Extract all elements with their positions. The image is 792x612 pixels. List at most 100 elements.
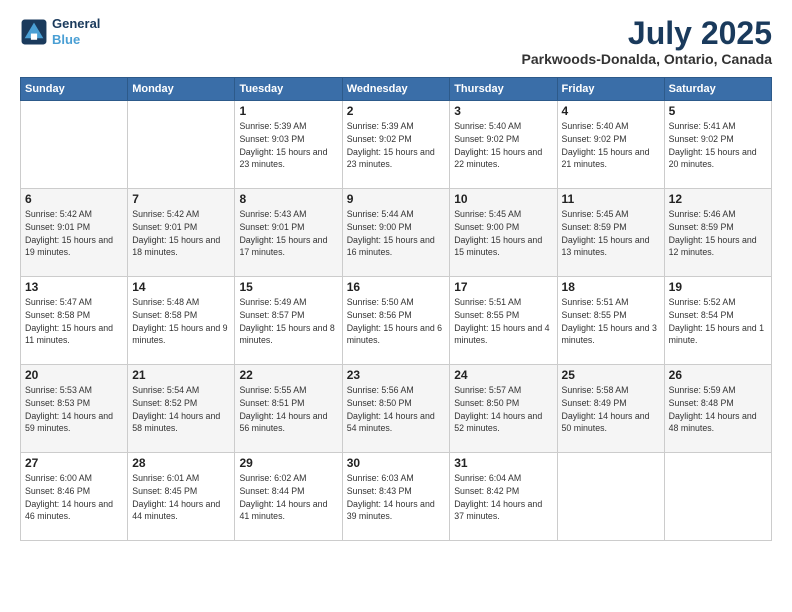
calendar-cell: 20 Sunrise: 5:53 AM Sunset: 8:53 PM Dayli… (21, 365, 128, 453)
day-number: 24 (454, 368, 552, 382)
day-info: Sunrise: 5:51 AM Sunset: 8:55 PM Dayligh… (454, 296, 552, 347)
day-info: Sunrise: 5:39 AM Sunset: 9:03 PM Dayligh… (239, 120, 337, 171)
day-info: Sunrise: 5:46 AM Sunset: 8:59 PM Dayligh… (669, 208, 767, 259)
day-number: 16 (347, 280, 445, 294)
logo-text: General Blue (52, 16, 100, 47)
calendar-cell (128, 101, 235, 189)
day-number: 26 (669, 368, 767, 382)
calendar-cell: 28Sunrise: 6:01 AM Sunset: 8:45 PM Dayli… (128, 453, 235, 541)
logo: General Blue (20, 16, 100, 47)
calendar-cell: 23Sunrise: 5:56 AM Sunset: 8:50 PM Dayli… (342, 365, 449, 453)
day-number: 2 (347, 104, 445, 118)
calendar-week-row: 13 Sunrise: 5:47 AM Sunset: 8:58 PM Dayli… (21, 277, 772, 365)
calendar-cell: 24 Sunrise: 5:57 AM Sunset: 8:50 PM Dayli… (450, 365, 557, 453)
col-monday: Monday (128, 78, 235, 101)
day-number: 9 (347, 192, 445, 206)
day-info: Sunrise: 5:59 AM Sunset: 8:48 PM Dayligh… (669, 384, 767, 435)
calendar-week-row: 6 Sunrise: 5:42 AM Sunset: 9:01 PM Daylig… (21, 189, 772, 277)
col-sunday: Sunday (21, 78, 128, 101)
day-number: 12 (669, 192, 767, 206)
day-info: Sunrise: 5:39 AM Sunset: 9:02 PM Dayligh… (347, 120, 445, 171)
calendar-cell: 22Sunrise: 5:55 AM Sunset: 8:51 PM Dayli… (235, 365, 342, 453)
calendar-cell: 31 Sunrise: 6:04 AM Sunset: 8:42 PM Dayli… (450, 453, 557, 541)
day-number: 31 (454, 456, 552, 470)
day-number: 25 (562, 368, 660, 382)
day-info: Sunrise: 5:44 AM Sunset: 9:00 PM Dayligh… (347, 208, 445, 259)
calendar-cell: 29Sunrise: 6:02 AM Sunset: 8:44 PM Dayli… (235, 453, 342, 541)
logo-line1: General (52, 16, 100, 32)
day-info: Sunrise: 5:42 AM Sunset: 9:01 PM Dayligh… (25, 208, 123, 259)
calendar-week-row: 27Sunrise: 6:00 AM Sunset: 8:46 PM Dayli… (21, 453, 772, 541)
day-info: Sunrise: 5:57 AM Sunset: 8:50 PM Dayligh… (454, 384, 552, 435)
calendar-cell: 27Sunrise: 6:00 AM Sunset: 8:46 PM Dayli… (21, 453, 128, 541)
logo-line2: Blue (52, 32, 80, 47)
logo-icon (20, 18, 48, 46)
day-number: 20 (25, 368, 123, 382)
day-info: Sunrise: 5:58 AM Sunset: 8:49 PM Dayligh… (562, 384, 660, 435)
day-info: Sunrise: 6:01 AM Sunset: 8:45 PM Dayligh… (132, 472, 230, 523)
calendar-cell: 18 Sunrise: 5:51 AM Sunset: 8:55 PM Dayli… (557, 277, 664, 365)
day-number: 8 (239, 192, 337, 206)
day-number: 23 (347, 368, 445, 382)
day-info: Sunrise: 6:04 AM Sunset: 8:42 PM Dayligh… (454, 472, 552, 523)
calendar-cell: 21Sunrise: 5:54 AM Sunset: 8:52 PM Dayli… (128, 365, 235, 453)
calendar-page: General Blue July 2025 Parkwoods-Donalda… (0, 0, 792, 612)
day-number: 18 (562, 280, 660, 294)
calendar-cell: 17 Sunrise: 5:51 AM Sunset: 8:55 PM Dayli… (450, 277, 557, 365)
calendar-cell: 4Sunrise: 5:40 AM Sunset: 9:02 PM Daylig… (557, 101, 664, 189)
calendar-cell: 11 Sunrise: 5:45 AM Sunset: 8:59 PM Dayli… (557, 189, 664, 277)
day-number: 11 (562, 192, 660, 206)
col-wednesday: Wednesday (342, 78, 449, 101)
calendar-week-row: 1Sunrise: 5:39 AM Sunset: 9:03 PM Daylig… (21, 101, 772, 189)
day-number: 7 (132, 192, 230, 206)
title-block: July 2025 Parkwoods-Donalda, Ontario, Ca… (522, 16, 773, 67)
calendar-cell: 13 Sunrise: 5:47 AM Sunset: 8:58 PM Dayli… (21, 277, 128, 365)
calendar-cell: 5 Sunrise: 5:41 AM Sunset: 9:02 PM Daylig… (664, 101, 771, 189)
calendar-title: July 2025 (522, 16, 773, 51)
day-info: Sunrise: 5:48 AM Sunset: 8:58 PM Dayligh… (132, 296, 230, 347)
calendar-cell: 26 Sunrise: 5:59 AM Sunset: 8:48 PM Dayli… (664, 365, 771, 453)
day-info: Sunrise: 6:03 AM Sunset: 8:43 PM Dayligh… (347, 472, 445, 523)
calendar-cell: 15Sunrise: 5:49 AM Sunset: 8:57 PM Dayli… (235, 277, 342, 365)
day-info: Sunrise: 5:40 AM Sunset: 9:02 PM Dayligh… (454, 120, 552, 171)
calendar-cell (664, 453, 771, 541)
day-number: 19 (669, 280, 767, 294)
day-number: 30 (347, 456, 445, 470)
calendar-cell: 30 Sunrise: 6:03 AM Sunset: 8:43 PM Dayli… (342, 453, 449, 541)
day-info: Sunrise: 5:45 AM Sunset: 9:00 PM Dayligh… (454, 208, 552, 259)
day-number: 13 (25, 280, 123, 294)
day-info: Sunrise: 5:47 AM Sunset: 8:58 PM Dayligh… (25, 296, 123, 347)
calendar-cell: 10 Sunrise: 5:45 AM Sunset: 9:00 PM Dayli… (450, 189, 557, 277)
calendar-cell: 25 Sunrise: 5:58 AM Sunset: 8:49 PM Dayli… (557, 365, 664, 453)
day-info: Sunrise: 5:45 AM Sunset: 8:59 PM Dayligh… (562, 208, 660, 259)
col-saturday: Saturday (664, 78, 771, 101)
day-number: 29 (239, 456, 337, 470)
calendar-table: Sunday Monday Tuesday Wednesday Thursday… (20, 77, 772, 541)
calendar-cell: 14Sunrise: 5:48 AM Sunset: 8:58 PM Dayli… (128, 277, 235, 365)
day-info: Sunrise: 5:50 AM Sunset: 8:56 PM Dayligh… (347, 296, 445, 347)
day-number: 15 (239, 280, 337, 294)
calendar-cell: 3 Sunrise: 5:40 AM Sunset: 9:02 PM Daylig… (450, 101, 557, 189)
day-number: 4 (562, 104, 660, 118)
calendar-cell: 12 Sunrise: 5:46 AM Sunset: 8:59 PM Dayli… (664, 189, 771, 277)
calendar-cell: 1Sunrise: 5:39 AM Sunset: 9:03 PM Daylig… (235, 101, 342, 189)
day-number: 17 (454, 280, 552, 294)
day-info: Sunrise: 5:51 AM Sunset: 8:55 PM Dayligh… (562, 296, 660, 347)
day-number: 6 (25, 192, 123, 206)
calendar-cell: 9 Sunrise: 5:44 AM Sunset: 9:00 PM Daylig… (342, 189, 449, 277)
calendar-header-row: Sunday Monday Tuesday Wednesday Thursday… (21, 78, 772, 101)
day-number: 10 (454, 192, 552, 206)
day-info: Sunrise: 5:43 AM Sunset: 9:01 PM Dayligh… (239, 208, 337, 259)
day-info: Sunrise: 5:53 AM Sunset: 8:53 PM Dayligh… (25, 384, 123, 435)
page-header: General Blue July 2025 Parkwoods-Donalda… (20, 16, 772, 67)
calendar-subtitle: Parkwoods-Donalda, Ontario, Canada (522, 51, 773, 67)
day-info: Sunrise: 5:55 AM Sunset: 8:51 PM Dayligh… (239, 384, 337, 435)
day-number: 5 (669, 104, 767, 118)
calendar-cell: 8 Sunrise: 5:43 AM Sunset: 9:01 PM Daylig… (235, 189, 342, 277)
calendar-cell: 16 Sunrise: 5:50 AM Sunset: 8:56 PM Dayli… (342, 277, 449, 365)
day-number: 3 (454, 104, 552, 118)
calendar-cell (557, 453, 664, 541)
day-info: Sunrise: 5:41 AM Sunset: 9:02 PM Dayligh… (669, 120, 767, 171)
col-friday: Friday (557, 78, 664, 101)
day-number: 21 (132, 368, 230, 382)
